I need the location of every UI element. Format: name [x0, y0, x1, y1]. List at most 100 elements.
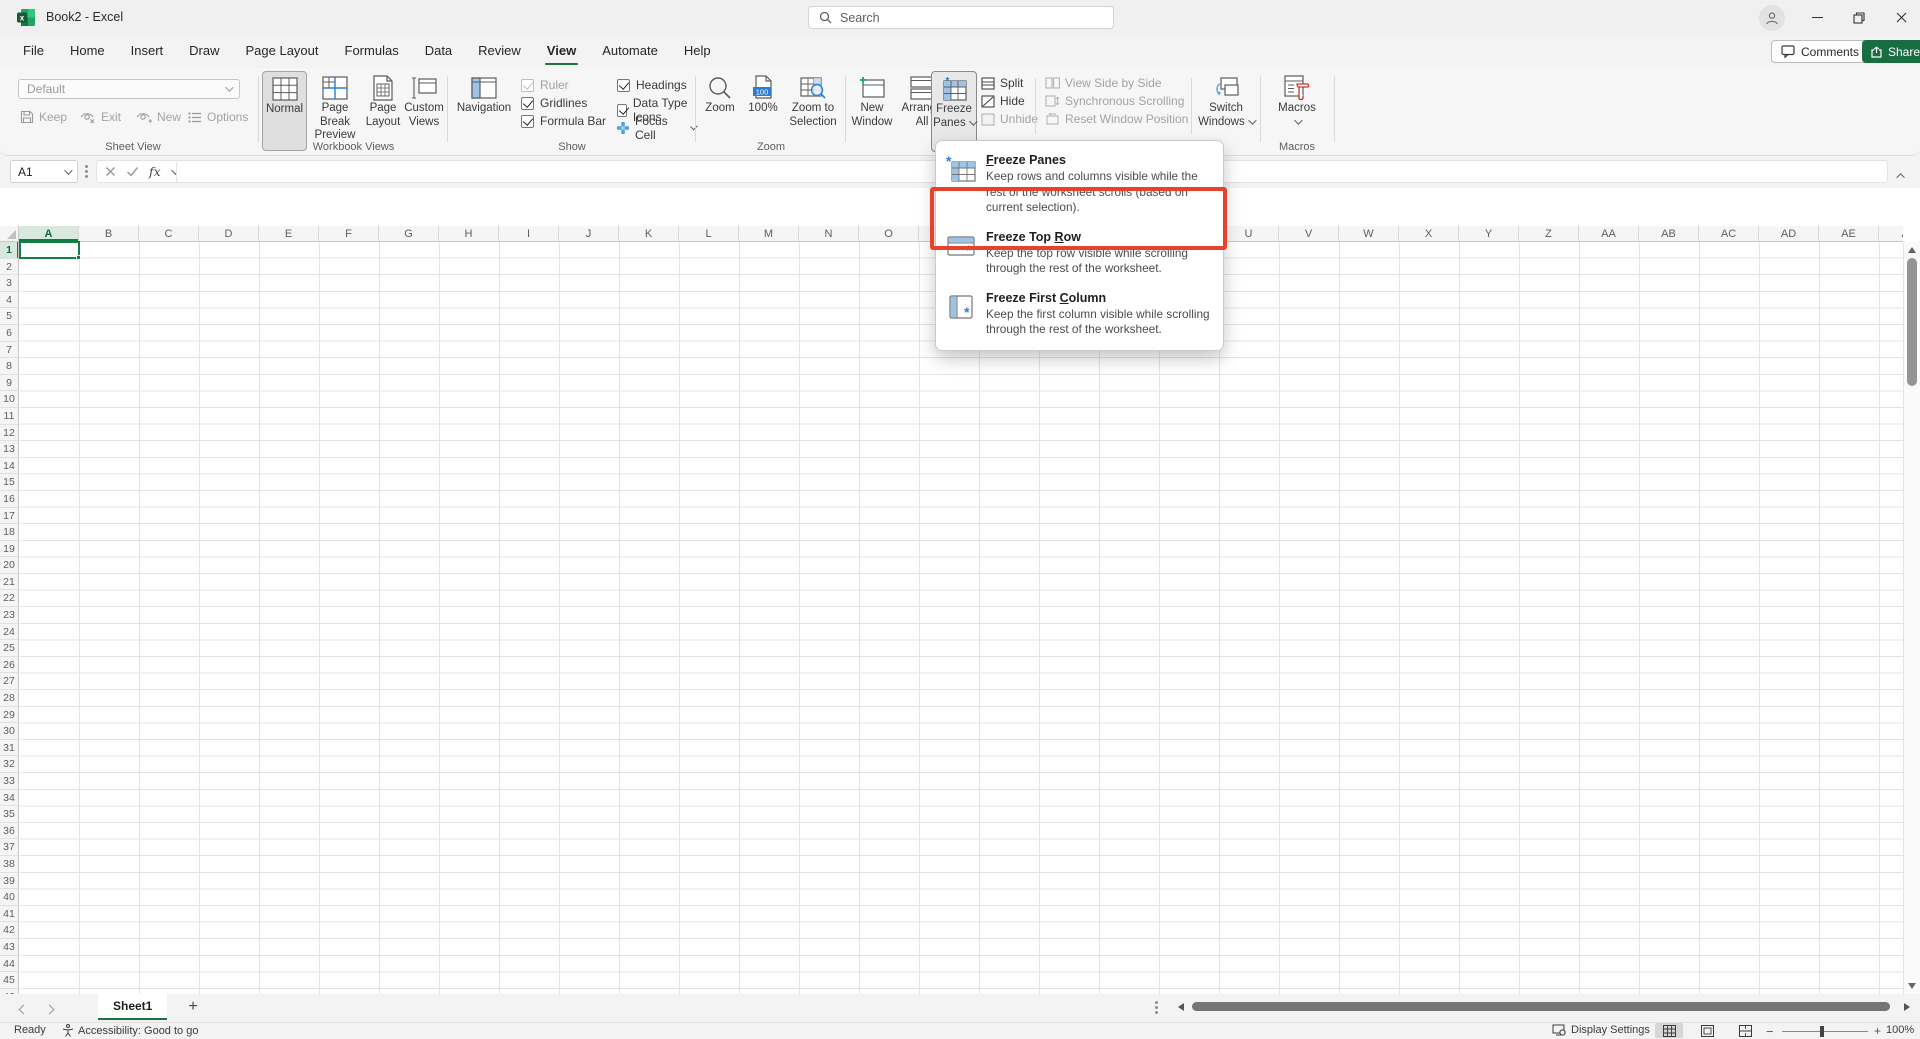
vertical-scrollbar[interactable] [1903, 242, 1920, 994]
menu-item-freeze-panes[interactable]: * Freeze Panes Keep rows and columns vis… [936, 146, 1223, 223]
column-header-y[interactable]: Y [1459, 226, 1519, 241]
keep-sheet-view-button[interactable]: Keep [20, 110, 67, 124]
column-header-w[interactable]: W [1339, 226, 1399, 241]
gridlines-checkbox[interactable]: Gridlines [521, 96, 587, 110]
row-header-3[interactable]: 3 [0, 275, 18, 292]
accessibility-status[interactable]: Accessibility: Good to go [62, 1024, 198, 1037]
view-side-by-side-button[interactable]: View Side by Side [1045, 76, 1162, 90]
page-layout-view-toggle[interactable] [1693, 1023, 1721, 1038]
column-header-af[interactable]: AF [1879, 226, 1903, 241]
switch-windows-button[interactable]: Switch Windows [1198, 71, 1254, 129]
column-header-i[interactable]: I [499, 226, 559, 241]
focus-cell-button[interactable]: Focus Cell [617, 114, 695, 142]
column-header-m[interactable]: M [739, 226, 799, 241]
zoom-slider-handle[interactable] [1820, 1026, 1824, 1037]
menu-tab-file[interactable]: File [10, 35, 57, 68]
row-header-30[interactable]: 30 [0, 723, 18, 740]
normal-view-button[interactable]: Normal [262, 71, 307, 151]
zoom-button[interactable]: Zoom [699, 71, 741, 116]
row-header-14[interactable]: 14 [0, 458, 18, 475]
ruler-checkbox[interactable]: Ruler [521, 78, 569, 92]
row-header-36[interactable]: 36 [0, 823, 18, 840]
row-header-42[interactable]: 42 [0, 922, 18, 939]
column-header-x[interactable]: X [1399, 226, 1459, 241]
menu-tab-view[interactable]: View [534, 35, 589, 68]
tab-scrollbar-grip-icon[interactable] [1155, 1001, 1158, 1004]
row-header-44[interactable]: 44 [0, 956, 18, 973]
cancel-icon[interactable] [105, 166, 116, 177]
row-header-40[interactable]: 40 [0, 889, 18, 906]
row-header-9[interactable]: 9 [0, 375, 18, 392]
scroll-left-icon[interactable] [1178, 1003, 1184, 1011]
comments-button[interactable]: Comments [1771, 40, 1869, 63]
navigation-button[interactable]: Navigation [452, 71, 516, 116]
fill-handle[interactable] [76, 255, 81, 260]
minimize-button[interactable] [1796, 0, 1838, 35]
cells-area[interactable] [20, 242, 1903, 994]
reset-window-position-button[interactable]: Reset Window Position [1045, 112, 1188, 126]
row-header-23[interactable]: 23 [0, 607, 18, 624]
formula-bar-grip-icon[interactable] [85, 165, 88, 168]
new-window-button[interactable]: New Window [849, 71, 895, 129]
row-header-35[interactable]: 35 [0, 806, 18, 823]
column-header-c[interactable]: C [139, 226, 199, 241]
column-header-b[interactable]: B [79, 226, 139, 241]
column-header-ab[interactable]: AB [1639, 226, 1699, 241]
menu-tab-insert[interactable]: Insert [118, 35, 177, 68]
row-header-16[interactable]: 16 [0, 491, 18, 508]
column-header-ac[interactable]: AC [1699, 226, 1759, 241]
menu-tab-data[interactable]: Data [412, 35, 465, 68]
close-button[interactable] [1880, 0, 1920, 35]
row-header-11[interactable]: 11 [0, 408, 18, 425]
share-button[interactable]: Share [1862, 40, 1920, 63]
split-button[interactable]: Split [981, 76, 1023, 90]
name-box[interactable]: A1 [10, 160, 78, 183]
page-layout-button[interactable]: Page Layout [362, 71, 404, 129]
menu-item-freeze-top-row[interactable]: * Freeze Top Row Keep the top row visibl… [936, 223, 1223, 284]
prev-sheet-button[interactable] [20, 1000, 34, 1014]
page-break-preview-button[interactable]: Page Break Preview [310, 71, 360, 143]
row-header-8[interactable]: 8 [0, 358, 18, 375]
zoom-out-button[interactable]: − [1766, 1024, 1774, 1039]
row-header-5[interactable]: 5 [0, 308, 18, 325]
row-header-31[interactable]: 31 [0, 740, 18, 757]
row-header-21[interactable]: 21 [0, 574, 18, 591]
column-header-k[interactable]: K [619, 226, 679, 241]
row-header-29[interactable]: 29 [0, 707, 18, 724]
menu-tab-home[interactable]: Home [57, 35, 118, 68]
enter-check-icon[interactable] [126, 166, 139, 177]
column-header-d[interactable]: D [199, 226, 259, 241]
menu-tab-page-layout[interactable]: Page Layout [233, 35, 332, 68]
row-header-43[interactable]: 43 [0, 939, 18, 956]
formula-bar-checkbox[interactable]: Formula Bar [521, 114, 606, 128]
horizontal-scroll-thumb[interactable] [1192, 1002, 1890, 1011]
menu-tab-formulas[interactable]: Formulas [332, 35, 412, 68]
row-header-17[interactable]: 17 [0, 508, 18, 525]
next-sheet-button[interactable] [46, 1000, 60, 1014]
column-header-ae[interactable]: AE [1819, 226, 1879, 241]
row-header-32[interactable]: 32 [0, 756, 18, 773]
row-header-38[interactable]: 38 [0, 856, 18, 873]
zoom-in-button[interactable]: + [1874, 1024, 1881, 1038]
column-header-z[interactable]: Z [1519, 226, 1579, 241]
row-header-28[interactable]: 28 [0, 690, 18, 707]
column-header-ad[interactable]: AD [1759, 226, 1819, 241]
account-avatar[interactable] [1759, 5, 1785, 31]
row-header-22[interactable]: 22 [0, 590, 18, 607]
column-header-h[interactable]: H [439, 226, 499, 241]
row-header-13[interactable]: 13 [0, 441, 18, 458]
menu-tab-help[interactable]: Help [671, 35, 724, 68]
row-header-19[interactable]: 19 [0, 541, 18, 558]
zoom-slider-track[interactable] [1782, 1031, 1868, 1032]
column-header-a[interactable]: A [19, 226, 79, 241]
hide-button[interactable]: Hide [981, 94, 1025, 108]
column-header-e[interactable]: E [259, 226, 319, 241]
row-header-18[interactable]: 18 [0, 524, 18, 541]
sheet-tab-sheet1[interactable]: Sheet1 [98, 994, 167, 1020]
custom-views-button[interactable]: Custom Views [402, 71, 446, 129]
new-sheet-view-button[interactable]: New [136, 110, 181, 124]
vertical-scroll-thumb[interactable] [1907, 258, 1917, 386]
page-break-preview-toggle[interactable] [1731, 1023, 1759, 1038]
row-header-4[interactable]: 4 [0, 292, 18, 309]
sheet-view-dropdown[interactable]: Default [18, 79, 240, 99]
